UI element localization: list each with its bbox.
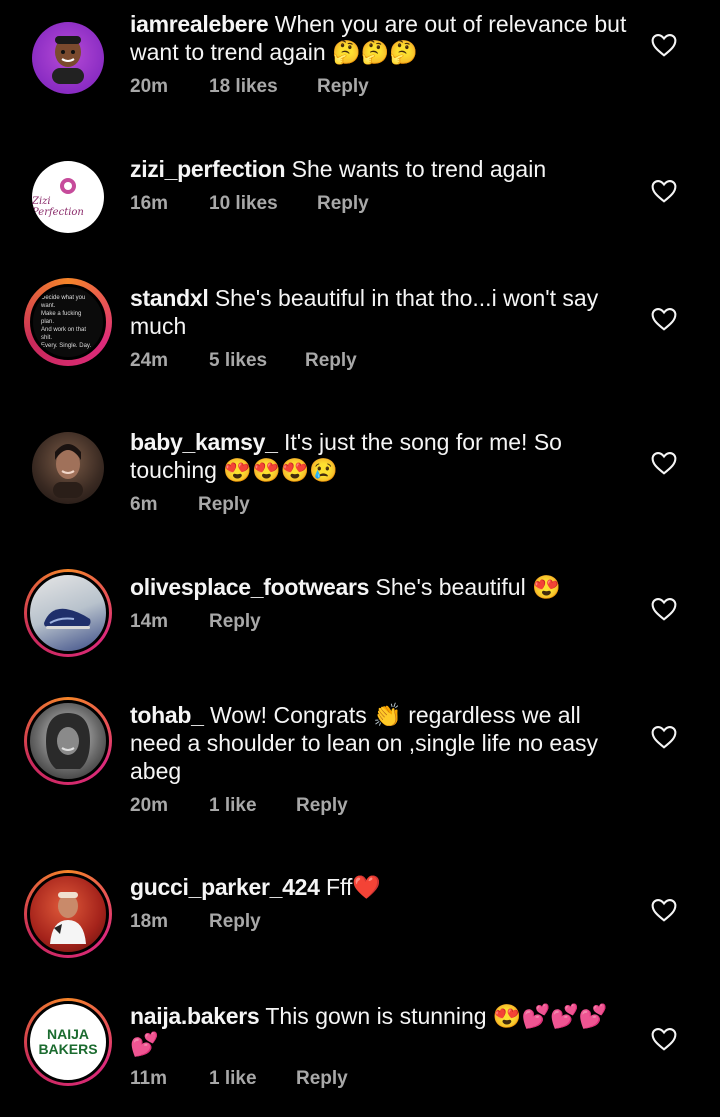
- comment-text: naija.bakers This gown is stunning 😍💕💕💕💕: [130, 1002, 630, 1058]
- comment-username[interactable]: baby_kamsy_: [130, 429, 278, 455]
- like-heart-icon[interactable]: [651, 33, 677, 57]
- avatar[interactable]: [24, 697, 112, 785]
- reply-button[interactable]: Reply: [209, 611, 261, 633]
- like-heart-icon[interactable]: [651, 451, 677, 475]
- reply-button[interactable]: Reply: [296, 795, 348, 817]
- like-heart-icon[interactable]: [651, 898, 677, 922]
- avatar[interactable]: [24, 14, 112, 102]
- avatar-image: [27, 873, 109, 955]
- like-heart-icon[interactable]: [651, 725, 677, 749]
- avatar[interactable]: NAIJA BAKERS: [24, 998, 112, 1086]
- like-heart-icon[interactable]: [651, 597, 677, 621]
- comment-time: 24m: [130, 350, 169, 371]
- comment-time: 20m: [130, 795, 169, 816]
- comment-time: 11m: [130, 1068, 167, 1089]
- comment-time: 16m: [130, 193, 169, 214]
- comment-username[interactable]: tohab_: [130, 702, 204, 728]
- avatar[interactable]: Zizi Perfection: [24, 153, 112, 241]
- avatar-image: [32, 22, 104, 94]
- reply-button[interactable]: Reply: [305, 350, 357, 372]
- avatar-image: [27, 572, 109, 654]
- avatar-quote-line: Decide what you want.: [41, 295, 86, 309]
- comment-meta: 24m 5 likes Reply: [130, 350, 630, 372]
- avatar[interactable]: [24, 870, 112, 958]
- avatar[interactable]: Decide what you want. Make a fucking pla…: [24, 278, 112, 366]
- avatar[interactable]: [24, 424, 112, 512]
- comment-username[interactable]: iamrealebere: [130, 11, 269, 37]
- comment-text: gucci_parker_424 Fff❤️: [130, 873, 630, 901]
- comment-likes[interactable]: 1 like: [209, 1068, 296, 1090]
- avatar-image: [27, 700, 109, 782]
- reply-button[interactable]: Reply: [296, 1068, 348, 1090]
- portrait-icon: [50, 892, 86, 944]
- comment-username[interactable]: zizi_perfection: [130, 156, 286, 182]
- comment-likes[interactable]: 10 likes: [209, 193, 317, 215]
- comment-likes[interactable]: 5 likes: [209, 350, 305, 372]
- comment-meta: 11m 1 like Reply: [130, 1068, 630, 1090]
- comment-meta: 16m 10 likes Reply: [130, 193, 630, 215]
- comment-username[interactable]: gucci_parker_424: [130, 874, 320, 900]
- comment-meta: 14m Reply: [130, 611, 630, 633]
- comment-text: standxl She's beautiful in that tho...i …: [130, 284, 630, 340]
- like-heart-icon[interactable]: [651, 307, 677, 331]
- avatar-text: Zizi Perfection: [32, 196, 84, 218]
- comment-text: tohab_ Wow! Congrats 👏 regardless we all…: [130, 701, 630, 785]
- comment-time: 20m: [130, 76, 169, 97]
- comment-username[interactable]: olivesplace_footwears: [130, 574, 369, 600]
- avatar-image: [32, 432, 104, 504]
- comment-text: olivesplace_footwears She's beautiful 😍: [130, 573, 630, 601]
- like-heart-icon[interactable]: [651, 179, 677, 203]
- avatar-quote-line: And work on that shit.: [41, 327, 87, 341]
- comment-time: 18m: [130, 911, 169, 932]
- comment-body: She wants to trend again: [291, 156, 547, 182]
- avatar-image: Zizi Perfection: [32, 161, 104, 233]
- reply-button[interactable]: Reply: [317, 76, 369, 98]
- avatar-quote-line: Every. Single. Day.: [41, 343, 92, 349]
- comment-meta: 18m Reply: [130, 911, 630, 933]
- comment-time: 14m: [130, 611, 169, 632]
- bitmoji-icon: [52, 36, 84, 84]
- comment-text: iamrealebere When you are out of relevan…: [130, 10, 630, 66]
- avatar[interactable]: [24, 569, 112, 657]
- reply-button[interactable]: Reply: [317, 193, 369, 215]
- comment-time: 6m: [130, 494, 158, 515]
- comment-body: Fff❤️: [325, 874, 382, 900]
- shoe-icon: [44, 608, 91, 629]
- comment-likes[interactable]: 18 likes: [209, 76, 317, 98]
- reply-button[interactable]: Reply: [209, 911, 261, 933]
- comment-meta: 20m 18 likes Reply: [130, 76, 630, 98]
- like-heart-icon[interactable]: [651, 1027, 677, 1051]
- zizi-crest-icon: [60, 178, 76, 194]
- avatar-logo-line: NAIJA: [46, 1026, 89, 1042]
- avatar-quote-line: Make a fucking plan.: [41, 311, 82, 325]
- avatar-image: NAIJA BAKERS: [27, 1001, 109, 1083]
- avatar-image: Decide what you want. Make a fucking pla…: [30, 284, 106, 360]
- comment-text: baby_kamsy_ It's just the song for me! S…: [130, 428, 630, 484]
- comment-meta: 20m 1 like Reply: [130, 795, 630, 817]
- avatar-logo-line: BAKERS: [38, 1041, 98, 1057]
- portrait-icon: [46, 713, 90, 769]
- portrait-icon: [53, 444, 83, 498]
- comment-body: She's beautiful 😍: [375, 574, 561, 600]
- comment-meta: 6m Reply: [130, 494, 630, 516]
- comment-likes[interactable]: 1 like: [209, 795, 296, 817]
- reply-button[interactable]: Reply: [198, 494, 250, 516]
- comment-text: zizi_perfection She wants to trend again: [130, 155, 630, 183]
- comment-username[interactable]: standxl: [130, 285, 209, 311]
- comment-username[interactable]: naija.bakers: [130, 1003, 260, 1029]
